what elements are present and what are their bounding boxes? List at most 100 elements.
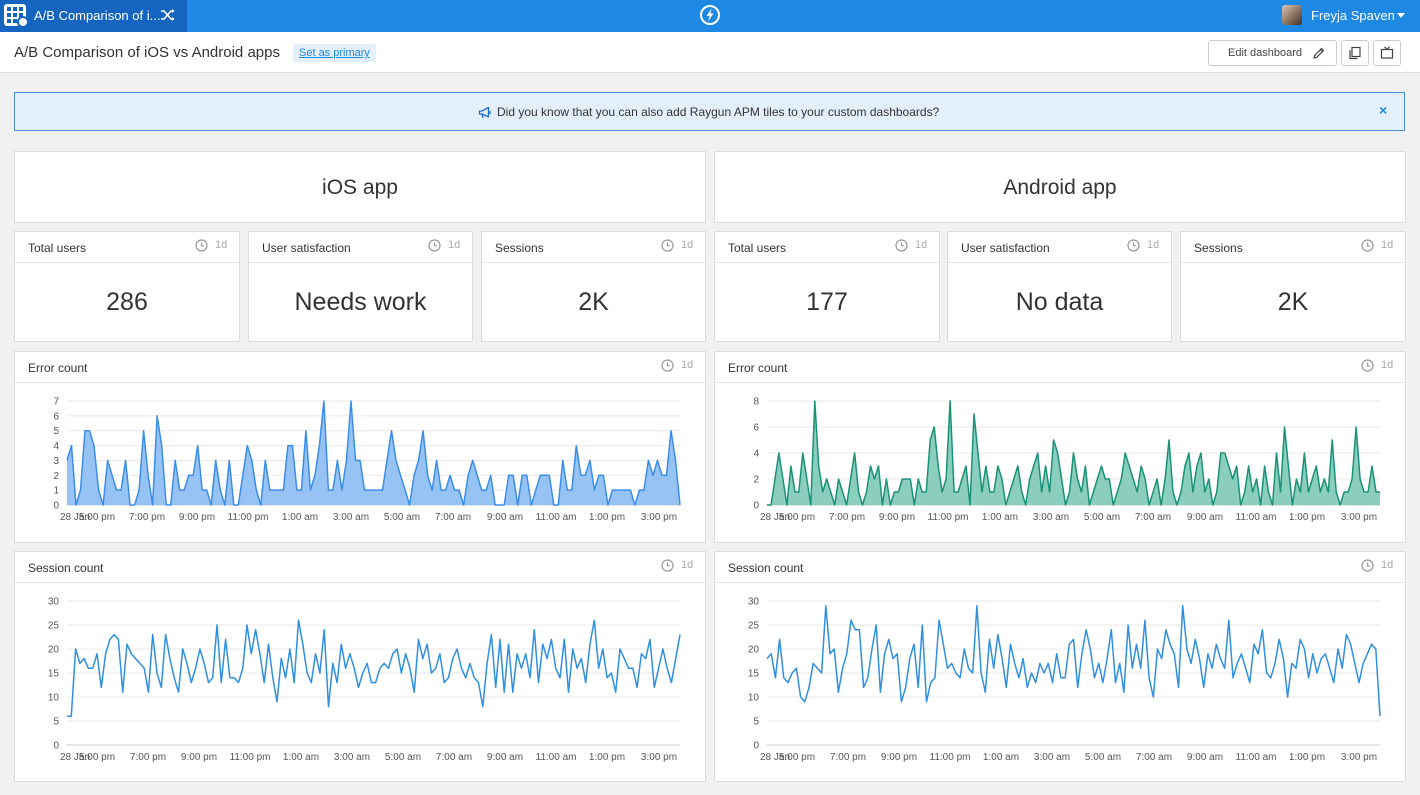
clock-icon: [661, 239, 674, 252]
caret-down-icon[interactable]: [1397, 13, 1405, 18]
android-session-count-tile[interactable]: Session count 1d 0 5 10 15 20 25 30 28 Jan 5:00 …: [714, 551, 1406, 782]
x-tick-label: 5:00 pm: [779, 512, 815, 523]
x-tick-label: 1:00 am: [983, 752, 1019, 763]
y-tick-label: 4: [753, 449, 759, 460]
y-tick-label: 10: [748, 693, 760, 704]
x-tick-label: 5:00 pm: [779, 752, 815, 763]
ios-session-count-tile[interactable]: Session count 1d 0 5 10 15 20 25 30 28 Jan 5:00 …: [14, 551, 706, 782]
y-tick-label: 1: [53, 486, 59, 497]
x-tick-label: 5:00 am: [384, 512, 420, 523]
x-tick-label: 1:00 am: [283, 752, 319, 763]
x-tick-label: 1:00 am: [982, 512, 1018, 523]
x-tick-label: 11:00 am: [1236, 752, 1277, 763]
x-tick-label: 7:00 am: [1135, 512, 1171, 523]
y-tick-label: 0: [53, 741, 59, 752]
series-line: [766, 605, 1381, 717]
metric-value: 2K: [1277, 288, 1309, 316]
y-tick-label: 5: [753, 717, 759, 728]
y-tick-label: 0: [53, 501, 59, 512]
y-tick-label: 7: [53, 397, 59, 408]
y-tick-label: 25: [748, 621, 760, 632]
app-switcher-tab[interactable]: A/B Comparison of i...: [0, 0, 187, 32]
tv-mode-icon: [1380, 46, 1394, 59]
user-name[interactable]: Freyja Spaven: [1311, 8, 1395, 23]
android-error-chart: 0246828 Jan5:00 pm 7:00 pm 9:00 pm 11:00 pm…: [753, 397, 1380, 523]
x-tick-label: 11:00 am: [1236, 512, 1277, 523]
shuffle-icon[interactable]: [160, 7, 176, 23]
x-tick-label: 5:00 am: [1085, 752, 1121, 763]
x-tick-label: 3:00 pm: [641, 752, 677, 763]
android-sessions-tile[interactable]: Sessions 1d 2K: [1180, 231, 1406, 342]
y-tick-label: 30: [748, 597, 760, 608]
x-tick-label: 9:00 am: [487, 512, 523, 523]
ios-session-chart: 05101520253028 Jan5:00 pm 7:00 pm 9:00 pm 1…: [48, 597, 681, 763]
y-tick-label: 20: [48, 645, 60, 656]
time-range-label: 1d: [681, 359, 694, 371]
x-tick-label: 7:00 pm: [129, 512, 165, 523]
tile-header: User satisfaction 1d: [249, 232, 472, 263]
y-tick-label: 0: [753, 501, 759, 512]
duplicate-dashboard-button[interactable]: [1341, 40, 1369, 66]
x-tick-label: 7:00 am: [1136, 752, 1172, 763]
tv-mode-button[interactable]: [1373, 40, 1401, 66]
ios-total-users-tile[interactable]: Total users 1d 286: [14, 231, 240, 342]
x-tick-label: 9:00 am: [1187, 512, 1223, 523]
duplicate-icon: [1349, 46, 1361, 60]
set-primary-link[interactable]: Set as primary: [293, 44, 376, 62]
x-tick-label: 1:00 pm: [1289, 752, 1325, 763]
time-range-label: 1d: [448, 239, 461, 251]
metric-value: 177: [806, 288, 848, 316]
y-tick-label: 25: [48, 621, 60, 632]
tile-header: Total users 1d: [15, 232, 239, 263]
clock-icon: [428, 239, 441, 252]
y-tick-label: 4: [53, 441, 59, 452]
y-tick-label: 5: [53, 426, 59, 437]
metric-value: 2K: [578, 288, 609, 316]
time-range-label: 1d: [1381, 559, 1394, 571]
android-error-count-tile[interactable]: Error count 1d 0 2 4 6 8 28 Jan 5:00 pm 7:00 pm…: [714, 351, 1406, 543]
banner-close-button[interactable]: ×: [1379, 102, 1387, 118]
x-tick-label: 1:00 pm: [1289, 512, 1325, 523]
x-tick-label: 9:00 am: [1187, 752, 1223, 763]
x-tick-label: 11:00 pm: [230, 752, 271, 763]
x-tick-label: 3:00 pm: [1341, 752, 1377, 763]
clock-icon: [1361, 239, 1374, 252]
x-tick-label: 11:00 pm: [928, 512, 969, 523]
ios-error-count-tile[interactable]: Error count 1d 0 1 2 3 4 5 6 7 28 Jan 5:00 pm 7:00…: [14, 351, 706, 543]
ios-heading-tile: iOS app: [14, 151, 706, 223]
raygun-bolt-icon[interactable]: [699, 4, 721, 26]
y-tick-label: 2: [753, 475, 759, 486]
tile-title: Session count: [28, 561, 104, 575]
tile-header: Sessions 1d: [482, 232, 705, 263]
tile-header: User satisfaction 1d: [948, 232, 1171, 263]
x-tick-label: 5:00 am: [385, 752, 421, 763]
clock-icon: [195, 239, 208, 252]
x-tick-label: 11:00 am: [536, 752, 577, 763]
x-tick-label: 1:00 pm: [589, 512, 625, 523]
android-total-users-tile[interactable]: Total users 1d 177: [714, 231, 940, 342]
x-tick-label: 3:00 am: [334, 752, 370, 763]
tile-title: Session count: [728, 561, 804, 575]
x-tick-label: 11:00 pm: [228, 512, 269, 523]
y-tick-label: 2: [53, 471, 59, 482]
clock-icon: [895, 239, 908, 252]
android-session-chart: 05101520253028 Jan5:00 pm 7:00 pm 9:00 pm 1…: [748, 597, 1381, 763]
dashboard-header: A/B Comparison of iOS vs Android apps Se…: [0, 32, 1420, 73]
x-tick-label: 9:00 pm: [879, 512, 915, 523]
tile-title: User satisfaction: [262, 241, 351, 255]
android-user-satisfaction-tile[interactable]: User satisfaction 1d No data: [947, 231, 1172, 342]
edit-dashboard-button[interactable]: Edit dashboard: [1208, 40, 1337, 66]
avatar[interactable]: [1282, 5, 1302, 25]
top-bar: A/B Comparison of i... Freyja Spaven: [0, 0, 1420, 32]
x-tick-label: 3:00 am: [1033, 512, 1069, 523]
ios-user-satisfaction-tile[interactable]: User satisfaction 1d Needs work: [248, 231, 473, 342]
x-tick-label: 11:00 pm: [930, 752, 971, 763]
x-tick-label: 7:00 pm: [830, 752, 866, 763]
info-banner: Did you know that you can also add Raygu…: [14, 92, 1405, 131]
y-tick-label: 30: [48, 597, 60, 608]
tile-title: User satisfaction: [961, 241, 1050, 255]
x-tick-label: 3:00 pm: [641, 512, 677, 523]
app-tab-title[interactable]: A/B Comparison of i...: [34, 8, 160, 23]
metric-value: Needs work: [294, 288, 427, 316]
ios-sessions-tile[interactable]: Sessions 1d 2K: [481, 231, 706, 342]
